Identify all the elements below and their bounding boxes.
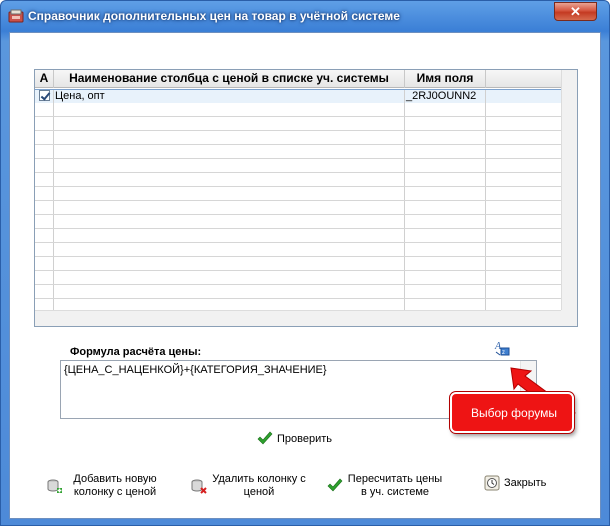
formula-select-callout: Выбор форумы bbox=[450, 392, 574, 433]
callout-arrow bbox=[510, 367, 576, 423]
dialog-window: Справочник дополнительных цен на товар в… bbox=[0, 0, 610, 526]
callout-text: Выбор форумы bbox=[471, 406, 558, 420]
